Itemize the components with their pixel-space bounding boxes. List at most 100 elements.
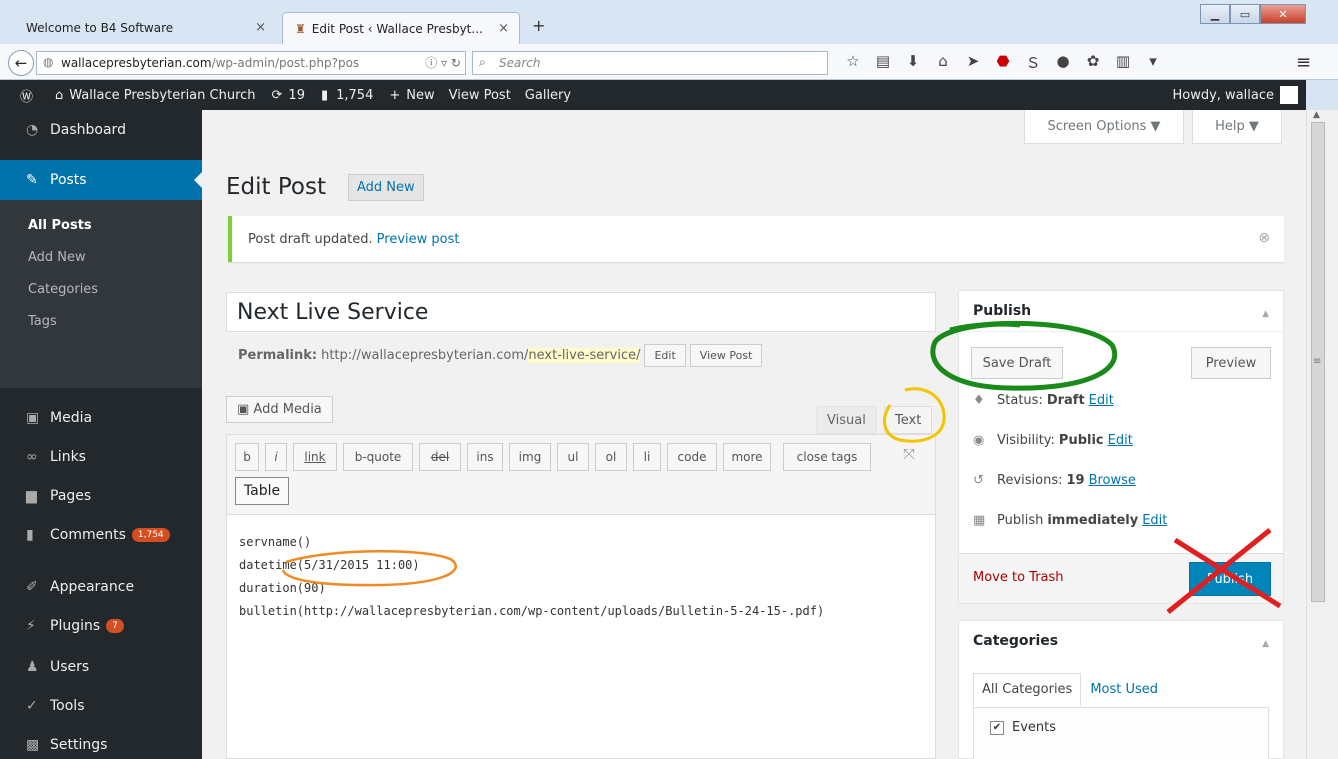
- tab-edit-post[interactable]: ♜ Edit Post ‹ Wallace Presbyt... ×: [282, 12, 520, 44]
- view-post-button[interactable]: View Post: [689, 344, 763, 367]
- quicktag-del[interactable]: del: [419, 443, 461, 471]
- tab-text[interactable]: Text: [884, 406, 933, 434]
- comments-count[interactable]: 1,754: [336, 88, 373, 103]
- close-window-icon[interactable]: ✕: [1260, 4, 1306, 24]
- sidebar-item-plugins[interactable]: ⚡ Plugins 7: [0, 606, 202, 646]
- updates-count[interactable]: 19: [288, 88, 305, 103]
- browse-revisions-link[interactable]: Browse: [1089, 473, 1136, 488]
- reading-list-icon[interactable]: ▤: [868, 52, 898, 74]
- dismiss-icon[interactable]: ⊗: [1258, 230, 1270, 246]
- sidebar-item-appearance[interactable]: ✐ Appearance: [0, 567, 202, 607]
- maximize-icon[interactable]: ▭: [1230, 4, 1260, 24]
- submenu-all-posts[interactable]: All Posts: [28, 218, 92, 233]
- home-icon[interactable]: ⌂: [928, 52, 958, 74]
- submenu-tags[interactable]: Tags: [28, 314, 57, 329]
- quicktag-more[interactable]: more: [723, 443, 771, 471]
- save-draft-button[interactable]: Save Draft: [971, 347, 1063, 379]
- overflow-arrow-icon[interactable]: ▾: [1138, 52, 1168, 74]
- quicktag-ol[interactable]: ol: [595, 443, 627, 471]
- quicktag-ins[interactable]: ins: [467, 443, 503, 471]
- sidebar-item-comments[interactable]: ▮ Comments 1,754: [0, 515, 202, 555]
- checkbox-checked-icon[interactable]: ✔: [990, 720, 1004, 735]
- new-link[interactable]: New: [406, 88, 434, 103]
- close-tab-icon[interactable]: ×: [255, 20, 266, 35]
- categories-box-title: Categories: [973, 633, 1059, 649]
- sidebar-item-links[interactable]: ∞ Links: [0, 437, 202, 477]
- bookmark-star-icon[interactable]: ☆: [838, 52, 868, 74]
- sidebar-item-tools[interactable]: ✓ Tools: [0, 686, 202, 726]
- hamburger-menu-icon[interactable]: ≡: [1296, 52, 1311, 73]
- sidebar-item-pages[interactable]: ▆ Pages: [0, 476, 202, 516]
- site-name[interactable]: Wallace Presbyterian Church: [69, 88, 255, 103]
- post-content-editor[interactable]: servname() datetime(5/31/2015 11:00) dur…: [226, 514, 936, 759]
- main-content: Screen Options ▼ Help ▼ Edit Post Add Ne…: [202, 110, 1306, 759]
- help-button[interactable]: Help ▼: [1192, 110, 1282, 144]
- quicktag-close-tags[interactable]: close tags: [783, 443, 871, 471]
- move-to-trash-link[interactable]: Move to Trash: [973, 570, 1064, 585]
- page-scrollbar[interactable]: ▲ ≡: [1306, 110, 1338, 759]
- account-menu[interactable]: Howdy, wallace: [1158, 86, 1298, 104]
- avatar: [1280, 86, 1298, 104]
- preview-button[interactable]: Preview: [1191, 347, 1271, 379]
- quicktag-b-quote[interactable]: b-quote: [343, 443, 413, 471]
- edit-permalink-button[interactable]: Edit: [644, 344, 686, 367]
- adblock-icon[interactable]: ⬣: [988, 52, 1018, 74]
- view-post-link[interactable]: View Post: [449, 88, 511, 103]
- tab-all-categories[interactable]: All Categories: [973, 673, 1082, 706]
- quicktag-table[interactable]: Table: [235, 477, 289, 505]
- search-input[interactable]: ⌕ Search: [472, 51, 828, 75]
- quicktag-img[interactable]: img: [509, 443, 551, 471]
- reload-icon[interactable]: ⓘ ▿ ↻: [425, 54, 461, 71]
- sidebar-item-dashboard[interactable]: ◔ Dashboard: [0, 110, 202, 150]
- tab-visual[interactable]: Visual: [816, 406, 877, 434]
- sidebar-item-label: Appearance: [50, 579, 135, 595]
- quicktag-i[interactable]: i: [265, 443, 287, 471]
- church-favicon-icon: ♜: [295, 21, 306, 36]
- download-icon[interactable]: ⬇: [898, 52, 928, 74]
- collapse-arrow-icon[interactable]: ▲: [1262, 309, 1269, 319]
- sidebar-item-users[interactable]: ♟ Users: [0, 647, 202, 687]
- pages-icon: ▆: [26, 488, 37, 504]
- close-tab-icon[interactable]: ×: [498, 21, 509, 36]
- quicktag-ul[interactable]: ul: [557, 443, 589, 471]
- sidebar-item-posts[interactable]: ✎ Posts: [0, 160, 202, 200]
- preview-post-link[interactable]: Preview post: [377, 232, 460, 247]
- quicktag-code[interactable]: code: [667, 443, 717, 471]
- submenu-add-new[interactable]: Add New: [28, 250, 86, 265]
- quicktag-link[interactable]: link: [293, 443, 337, 471]
- edit-schedule-link[interactable]: Edit: [1142, 513, 1167, 528]
- skype-icon[interactable]: Ｓ: [1018, 52, 1048, 74]
- quicktag-b[interactable]: b: [235, 443, 259, 471]
- back-arrow-icon[interactable]: ←: [8, 50, 34, 76]
- clipboard-icon[interactable]: ▥: [1108, 52, 1138, 74]
- url-bar[interactable]: ◍ wallacepresbyterian.com/wp-admin/post.…: [36, 51, 466, 75]
- nav-bar: ← ◍ wallacepresbyterian.com/wp-admin/pos…: [0, 44, 1338, 80]
- tab-most-used[interactable]: Most Used: [1081, 673, 1167, 706]
- sidebar-item-media[interactable]: ▣ Media: [0, 398, 202, 438]
- quicktag-li[interactable]: li: [633, 443, 661, 471]
- window-controls: ▁ ▭ ✕: [1200, 4, 1306, 26]
- post-title-input[interactable]: Next Live Service: [226, 292, 936, 332]
- send-icon[interactable]: ➤: [958, 52, 988, 74]
- submenu-categories[interactable]: Categories: [28, 282, 98, 297]
- edit-visibility-link[interactable]: Edit: [1108, 433, 1133, 448]
- tab-welcome[interactable]: Welcome to B4 Software ×: [14, 12, 276, 44]
- minimize-icon[interactable]: ▁: [1200, 4, 1230, 24]
- publish-button[interactable]: Publish: [1189, 562, 1271, 596]
- add-new-button[interactable]: Add New: [348, 174, 424, 201]
- wrench-icon: ✓: [26, 698, 38, 714]
- scroll-up-icon[interactable]: ▲: [1313, 110, 1320, 120]
- collapse-arrow-icon[interactable]: ▲: [1262, 639, 1269, 649]
- wordpress-logo-icon[interactable]: Ⓦ: [20, 86, 33, 105]
- fullscreen-icon[interactable]: ⤧: [903, 445, 915, 463]
- chat-icon[interactable]: ●: [1048, 52, 1078, 74]
- add-media-button[interactable]: ▣ Add Media: [226, 396, 333, 423]
- edit-status-link[interactable]: Edit: [1089, 393, 1114, 408]
- extension-icon[interactable]: ✿: [1078, 52, 1108, 74]
- permalink-slug[interactable]: next-live-service/: [528, 348, 641, 363]
- gallery-link[interactable]: Gallery: [525, 88, 571, 103]
- category-item[interactable]: ✔ Events: [990, 720, 1056, 735]
- new-tab-icon[interactable]: +: [532, 16, 545, 35]
- sidebar-item-settings[interactable]: ▩ Settings: [0, 725, 202, 759]
- screen-options-button[interactable]: Screen Options ▼: [1024, 110, 1184, 144]
